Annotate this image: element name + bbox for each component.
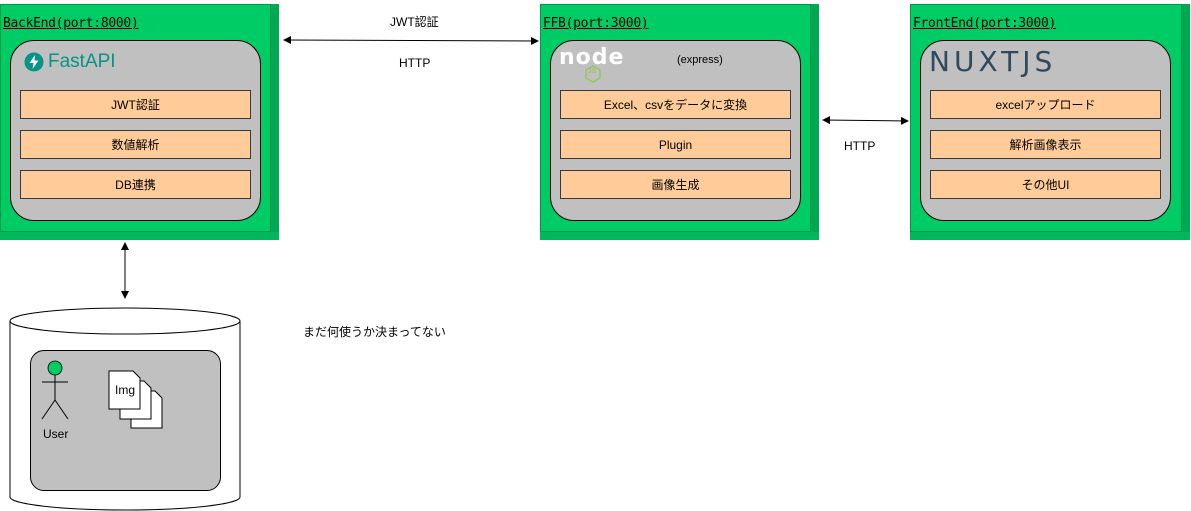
fastapi-logo: FastAPI: [24, 51, 116, 73]
database-note: まだ何使うか決まってない: [303, 325, 446, 339]
nuxtjs-wordmark: NUXTJS: [929, 45, 1057, 78]
ffb-inner: node JS (express) Excel、csvをデータに変換 Plugi…: [550, 40, 801, 221]
frontend-node[interactable]: FrontEnd(port:3000) NUXTJS excelアップロード 解…: [910, 4, 1190, 240]
ffb-node[interactable]: FFB(port:3000) node JS (express) Excel、c…: [540, 4, 819, 240]
backend-item-jwt[interactable]: JWT認証: [20, 90, 251, 119]
user-label: User: [43, 427, 69, 441]
backend-item-analysis[interactable]: 数値解析: [20, 130, 251, 159]
frontend-title: FrontEnd(port:3000): [913, 16, 1057, 31]
backend-node[interactable]: BackEnd(port:8000) FastAPI JWT認証 数値解析 DB…: [0, 4, 279, 240]
backend-item-db[interactable]: DB連携: [20, 170, 251, 199]
ffb-subtitle: (express): [677, 54, 723, 66]
backend-ffb-arrow: [283, 36, 539, 45]
img-label: Img: [115, 383, 136, 397]
frontend-item-display[interactable]: 解析画像表示: [930, 130, 1161, 159]
label-jwt: JWT認証: [390, 15, 439, 29]
fastapi-wordmark: FastAPI: [48, 51, 116, 72]
backend-inner: FastAPI JWT認証 数値解析 DB連携: [10, 40, 261, 221]
ffb-frontend-arrow: [822, 116, 909, 125]
frontend-inner: NUXTJS excelアップロード 解析画像表示 その他UI: [920, 40, 1171, 221]
backend-title: BackEnd(port:8000): [3, 16, 139, 31]
node-badge: JS: [588, 68, 597, 75]
node-logo: node JS: [559, 45, 623, 85]
frontend-item-other-ui[interactable]: その他UI: [930, 170, 1161, 199]
ffb-item-convert[interactable]: Excel、csvをデータに変換: [560, 90, 791, 119]
frontend-item-upload[interactable]: excelアップロード: [930, 90, 1161, 119]
label-http-right: HTTP: [844, 139, 876, 153]
fastapi-bolt-icon: [24, 52, 44, 72]
label-http-top: HTTP: [399, 56, 431, 70]
ffb-item-image[interactable]: 画像生成: [560, 170, 791, 199]
ffb-item-plugin[interactable]: Plugin: [560, 130, 791, 159]
database-inner: [30, 350, 221, 491]
ffb-title: FFB(port:3000): [543, 16, 649, 31]
nuxtjs-logo: NUXTJS: [929, 45, 1056, 78]
